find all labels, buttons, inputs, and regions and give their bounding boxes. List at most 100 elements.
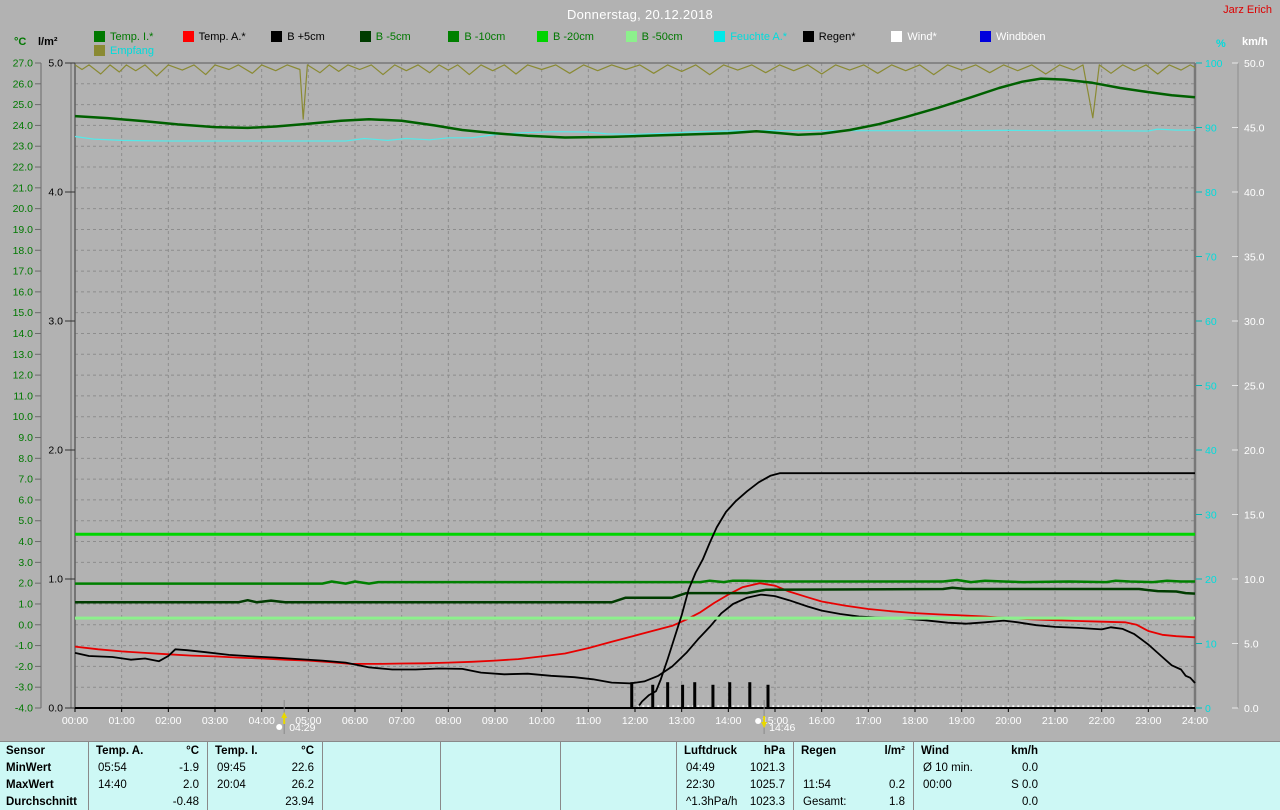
time-label: 12:00: [622, 715, 648, 727]
wind-tick-label: 30.0: [1244, 316, 1265, 328]
temp-tick-label: -1.0: [15, 640, 33, 652]
rain-total-line: [637, 473, 1195, 708]
temp-tick-label: 11.0: [13, 390, 33, 402]
wind-tick-label: 20.0: [1244, 445, 1265, 457]
statistics-table: SensorMinWertMaxWertDurchschnittTemp. A.…: [0, 741, 1280, 810]
stat-sensor-unit: l/m²: [801, 743, 905, 760]
time-label: 17:00: [855, 715, 881, 727]
stat-value: [801, 760, 905, 777]
temp-tick-label: -2.0: [15, 661, 33, 673]
temp-tick-label: 12.0: [13, 370, 34, 382]
humidity-tick-label: 80: [1205, 187, 1217, 199]
table-divider: [676, 742, 677, 810]
sunrise-icon: [276, 724, 282, 730]
time-label: 18:00: [902, 715, 928, 727]
humidity-tick-label: 50: [1205, 381, 1217, 393]
stat-row-label: MaxWert: [6, 777, 86, 794]
temp-tick-label: 7.0: [18, 474, 33, 486]
stat-value: 2.0: [96, 777, 199, 794]
time-label: 20:00: [995, 715, 1021, 727]
temp-tick-label: 22.0: [13, 162, 34, 174]
temp-tick-label: 10.0: [13, 411, 34, 423]
rain-bar: [693, 682, 696, 708]
wind-tick-label: 0.0: [1244, 703, 1259, 715]
humidity-tick-label: 90: [1205, 123, 1217, 135]
time-label: 06:00: [342, 715, 368, 727]
stat-sensor-unit: °C: [215, 743, 314, 760]
stat-value: 0.0: [921, 760, 1038, 777]
rain-tick-label: 3.0: [48, 316, 63, 328]
wind-tick-label: 40.0: [1244, 187, 1265, 199]
soil-minus5-line: [75, 588, 1195, 603]
stat-value: 1023.3: [684, 794, 785, 810]
temp-tick-label: 5.0: [18, 515, 33, 527]
temp-tick-label: 18.0: [13, 245, 34, 257]
wind-tick-label: 45.0: [1244, 123, 1265, 135]
rain-bar: [748, 682, 751, 708]
temp-tick-label: 13.0: [13, 349, 34, 361]
stat-value: 0.2: [801, 777, 905, 794]
stat-value: 23.94: [215, 794, 314, 810]
time-label: 16:00: [809, 715, 835, 727]
rain-tick-label: 1.0: [48, 574, 63, 586]
humidity-tick-label: 20: [1205, 574, 1217, 586]
rain-bar: [666, 682, 669, 708]
stat-row-label: Sensor: [6, 743, 86, 760]
rain-bar: [681, 685, 684, 708]
temp-tick-label: 4.0: [18, 536, 33, 548]
temp-tick-label: 21.0: [13, 182, 34, 194]
wind-tick-label: 10.0: [1244, 574, 1265, 586]
time-label: 21:00: [1042, 715, 1068, 727]
wind-tick-label: 35.0: [1244, 252, 1265, 264]
table-divider: [88, 742, 89, 810]
stat-value: S 0.0: [921, 777, 1038, 794]
stat-sensor-unit: °C: [96, 743, 199, 760]
rain-tick-label: 0.0: [48, 703, 63, 715]
rain-bar: [728, 682, 731, 708]
time-label: 14:00: [715, 715, 741, 727]
temp-tick-label: 17.0: [13, 266, 34, 278]
stat-value: -1.9: [96, 760, 199, 777]
temp-tick-label: 19.0: [13, 224, 34, 236]
temp-tick-label: 20.0: [13, 203, 34, 215]
time-label: 10:00: [529, 715, 555, 727]
time-label: 13:00: [669, 715, 695, 727]
wind-tick-label: 50.0: [1244, 58, 1265, 70]
humidity-tick-label: 0: [1205, 703, 1211, 715]
time-label: 24:00: [1182, 715, 1208, 727]
stat-value: -0.48: [96, 794, 199, 810]
table-divider: [913, 742, 914, 810]
temp-tick-label: 3.0: [18, 557, 33, 569]
temp-tick-label: 15.0: [13, 307, 34, 319]
empfang-line: [75, 65, 1195, 119]
wind-tick-label: 5.0: [1244, 639, 1259, 651]
temp-tick-label: 6.0: [18, 494, 33, 506]
time-label: 00:00: [62, 715, 88, 727]
time-label: 11:00: [576, 715, 602, 727]
stat-value: 22.6: [215, 760, 314, 777]
humidity-tick-label: 70: [1205, 252, 1217, 264]
humidity-tick-label: 60: [1205, 316, 1217, 328]
rain-tick-label: 4.0: [48, 187, 63, 199]
table-divider: [440, 742, 441, 810]
rain-bar: [767, 685, 770, 708]
stat-value: 1.8: [801, 794, 905, 810]
temp-tick-label: 27.0: [13, 58, 34, 70]
stat-value: 1025.7: [684, 777, 785, 794]
temp-tick-label: 14.0: [13, 328, 34, 340]
temp-tick-label: 0.0: [18, 619, 33, 631]
stat-sensor-unit: hPa: [684, 743, 785, 760]
temp-tick-label: 8.0: [18, 453, 33, 465]
humidity-tick-label: 40: [1205, 445, 1217, 457]
stat-value: 0.0: [921, 794, 1038, 810]
stat-value: 26.2: [215, 777, 314, 794]
temp-tick-label: 1.0: [18, 598, 33, 610]
wind-tick-label: 25.0: [1244, 381, 1265, 393]
time-label: 02:00: [155, 715, 181, 727]
humidity-tick-label: 30: [1205, 510, 1217, 522]
temp-tick-label: -4.0: [15, 703, 33, 715]
stat-sensor-unit: km/h: [921, 743, 1038, 760]
rain-bar: [630, 682, 633, 708]
wind-tick-label: 15.0: [1244, 510, 1265, 522]
time-label: 08:00: [435, 715, 461, 727]
